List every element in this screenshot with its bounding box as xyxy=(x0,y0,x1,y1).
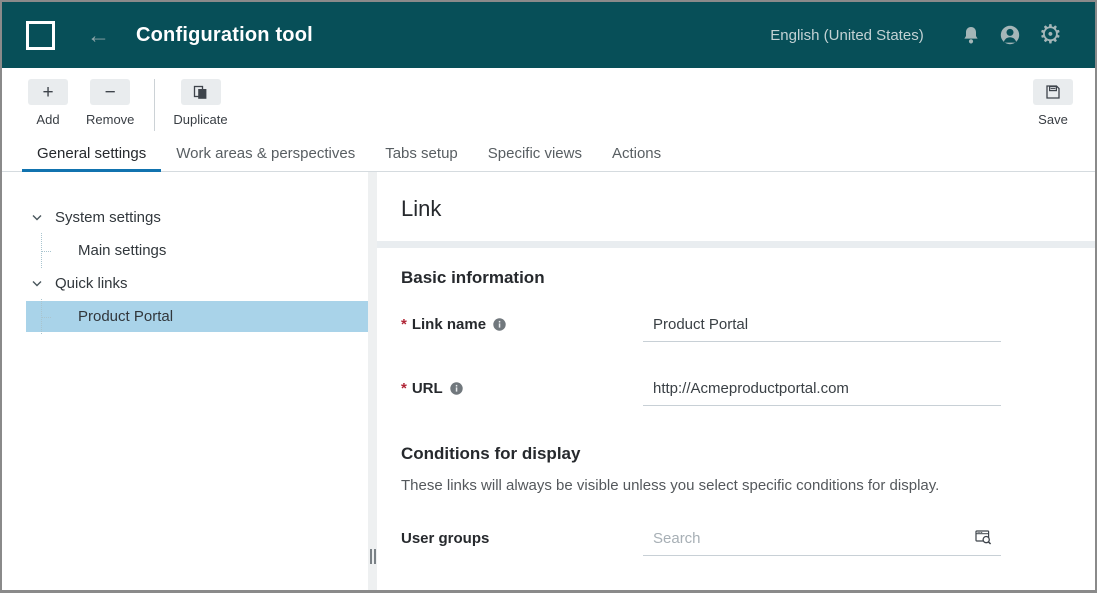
tree-item-label: Main settings xyxy=(78,242,166,259)
add-button[interactable]: + Add xyxy=(28,79,68,127)
link-name-label-text: Link name xyxy=(412,316,486,333)
chevron-down-icon xyxy=(32,280,42,287)
url-label: * URL xyxy=(401,380,643,397)
tab-tabs-setup[interactable]: Tabs setup xyxy=(370,138,473,172)
info-icon[interactable] xyxy=(450,382,463,395)
section-title-basic-information: Basic information xyxy=(401,268,1071,288)
duplicate-button-label: Duplicate xyxy=(173,112,227,127)
section-title-conditions: Conditions for display xyxy=(401,444,1071,464)
save-button-label: Save xyxy=(1038,112,1068,127)
tree-item-label: Quick links xyxy=(55,275,128,292)
tree-item-product-portal[interactable]: Product Portal xyxy=(26,301,368,332)
duplicate-button[interactable]: Duplicate xyxy=(173,79,227,127)
tab-work-areas-perspectives[interactable]: Work areas & perspectives xyxy=(161,138,370,172)
navigation-tree: System settings Main settings Quick link… xyxy=(2,172,368,590)
info-icon[interactable] xyxy=(493,318,506,331)
main-area: System settings Main settings Quick link… xyxy=(2,172,1095,590)
tree-guide-line xyxy=(41,233,52,268)
url-field-row: * URL xyxy=(401,380,1071,406)
splitter-grip-icon xyxy=(370,549,376,564)
required-marker: * xyxy=(401,380,407,397)
page-header: Link xyxy=(377,172,1095,241)
user-account-icon[interactable] xyxy=(999,24,1021,46)
settings-gear-icon[interactable]: ⚙ xyxy=(1039,22,1062,48)
required-marker: * xyxy=(401,316,407,333)
link-name-label: * Link name xyxy=(401,316,643,333)
user-groups-search-input[interactable] xyxy=(643,530,1001,556)
app-title: Configuration tool xyxy=(136,24,313,47)
tree-item-quick-links[interactable]: Quick links xyxy=(26,268,368,299)
chevron-down-icon xyxy=(32,214,42,221)
toolbar: + Add − Remove Duplicate xyxy=(2,68,1095,138)
tab-general-settings[interactable]: General settings xyxy=(22,138,161,172)
content-panel: Link Basic information * Link name xyxy=(377,172,1095,590)
toolbar-divider xyxy=(154,79,155,131)
page-title: Link xyxy=(401,196,1071,222)
user-groups-label: User groups xyxy=(401,530,643,547)
save-button[interactable]: Save xyxy=(1033,79,1073,127)
tree-item-label: Product Portal xyxy=(78,308,173,325)
minus-icon: − xyxy=(90,79,130,105)
link-name-input[interactable] xyxy=(643,316,1001,342)
add-button-label: Add xyxy=(36,112,59,127)
panel-splitter[interactable] xyxy=(368,172,377,590)
tab-specific-views[interactable]: Specific views xyxy=(473,138,597,172)
tree-item-system-settings[interactable]: System settings xyxy=(26,202,368,233)
url-input[interactable] xyxy=(643,380,1001,406)
plus-icon: + xyxy=(28,79,68,105)
tree-item-label: System settings xyxy=(55,209,161,226)
tree-item-main-settings[interactable]: Main settings xyxy=(26,235,368,266)
user-groups-search-wrap xyxy=(643,530,1001,556)
app-header: ← Configuration tool English (United Sta… xyxy=(2,2,1095,68)
language-selector[interactable]: English (United States) xyxy=(770,27,923,44)
back-arrow-icon[interactable]: ← xyxy=(87,24,110,47)
configuration-tool-window: ← Configuration tool English (United Sta… xyxy=(0,0,1097,593)
tab-actions[interactable]: Actions xyxy=(597,138,676,172)
url-label-text: URL xyxy=(412,380,443,397)
section-divider-band xyxy=(377,241,1095,248)
link-name-field-row: * Link name xyxy=(401,316,1071,342)
tab-bar: General settings Work areas & perspectiv… xyxy=(2,138,1095,172)
link-form: Basic information * Link name xyxy=(377,248,1095,593)
conditions-description: These links will always be visible unles… xyxy=(401,477,1071,494)
remove-button[interactable]: − Remove xyxy=(86,79,134,127)
remove-button-label: Remove xyxy=(86,112,134,127)
tree-guide-line xyxy=(41,299,52,334)
search-list-icon[interactable] xyxy=(975,529,993,546)
duplicate-icon xyxy=(181,79,221,105)
app-logo-icon xyxy=(26,21,55,50)
user-groups-label-text: User groups xyxy=(401,530,489,547)
save-floppy-icon xyxy=(1033,79,1073,105)
user-groups-field-row: User groups xyxy=(401,530,1071,556)
notifications-bell-icon[interactable] xyxy=(961,25,981,46)
